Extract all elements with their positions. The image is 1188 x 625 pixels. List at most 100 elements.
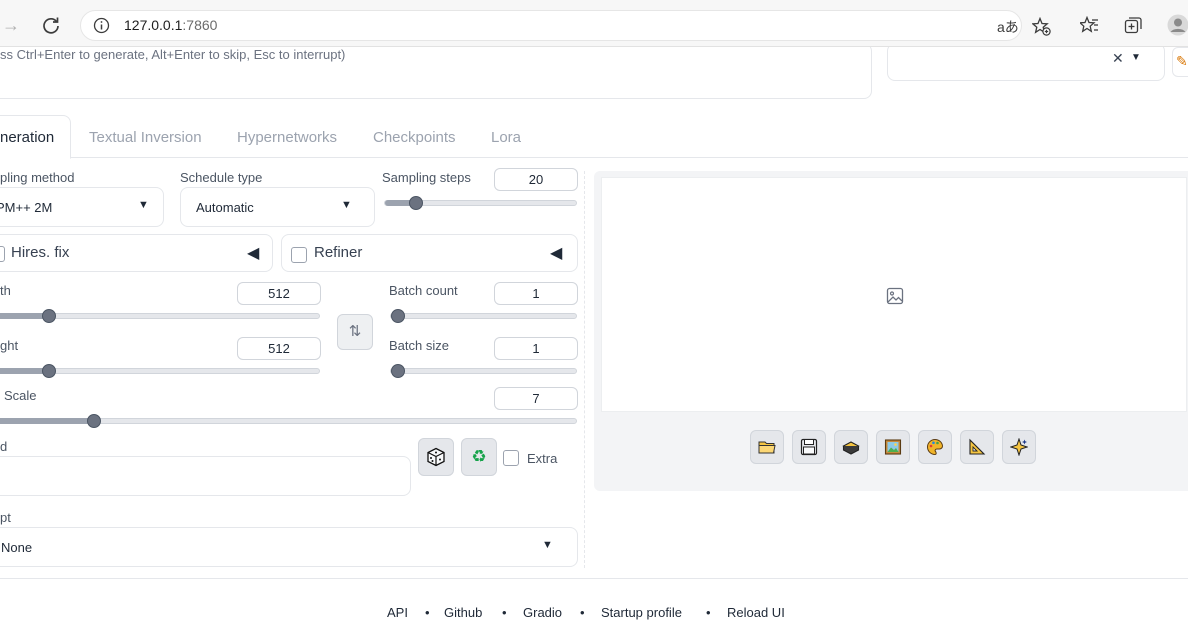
image-placeholder-icon: [886, 287, 904, 305]
tab-checkpoints[interactable]: Checkpoints: [373, 129, 456, 146]
random-seed-button[interactable]: [418, 438, 454, 476]
cfg-scale-slider[interactable]: [0, 414, 577, 428]
refiner-label: Refiner: [314, 244, 363, 261]
generate-extras-button[interactable]: [1002, 430, 1036, 464]
styles-dropdown[interactable]: ✕ ▼: [887, 47, 1165, 81]
batch-size-slider[interactable]: [390, 364, 577, 378]
sampling-steps-input[interactable]: 20: [494, 168, 578, 191]
sampling-method-value: PM++ 2M: [0, 200, 53, 215]
send-to-img2img-button[interactable]: [876, 430, 910, 464]
palette-icon: [927, 438, 944, 456]
collapse-arrow-icon[interactable]: ◀: [550, 243, 562, 263]
chevron-down-icon: ▼: [542, 539, 553, 551]
address-bar[interactable]: 127.0.0.1:7860 aあ: [80, 10, 1051, 41]
seed-input[interactable]: [0, 456, 411, 496]
footer-link-github[interactable]: Github: [444, 605, 482, 620]
prompt-placeholder: ss Ctrl+Enter to generate, Alt+Enter to …: [0, 47, 346, 62]
batch-size-label: Batch size: [389, 338, 449, 353]
batch-count-input[interactable]: 1: [494, 282, 578, 305]
seed-label: d: [0, 439, 8, 454]
slider-thumb[interactable]: [409, 196, 423, 210]
refiner-accordion[interactable]: Refiner ◀: [281, 234, 578, 272]
batch-size-input[interactable]: 1: [494, 337, 578, 360]
collapse-arrow-icon[interactable]: ◀: [247, 243, 259, 263]
footer-separator: •: [502, 605, 507, 620]
open-folder-button[interactable]: [750, 430, 784, 464]
script-value: None: [1, 540, 33, 555]
hires-fix-checkbox[interactable]: [0, 246, 5, 262]
batch-count-slider[interactable]: [390, 309, 577, 323]
slider-thumb[interactable]: [42, 364, 56, 378]
save-button[interactable]: [792, 430, 826, 464]
info-icon[interactable]: [93, 17, 110, 37]
hires-fix-accordion[interactable]: Hires. fix ◀: [0, 234, 273, 272]
schedule-type-value: Automatic: [196, 200, 254, 215]
cfg-scale-label: Scale: [4, 388, 37, 403]
tab-textual-inversion[interactable]: Textual Inversion: [89, 129, 202, 146]
tab-lora[interactable]: Lora: [491, 129, 521, 146]
footer-separator: •: [580, 605, 585, 620]
slider-thumb[interactable]: [87, 414, 101, 428]
script-select[interactable]: None ▼: [0, 527, 578, 567]
sampling-steps-slider[interactable]: [384, 196, 577, 210]
width-slider[interactable]: [0, 309, 320, 323]
reuse-seed-button[interactable]: ♻: [461, 438, 497, 476]
footer-separator: •: [425, 605, 430, 620]
refiner-checkbox[interactable]: [291, 247, 307, 263]
swap-dimensions-button[interactable]: ⇅: [337, 314, 373, 350]
script-label: pt: [0, 510, 11, 525]
footer-divider: [0, 578, 1188, 579]
footer-link-reload-ui[interactable]: Reload UI: [727, 605, 785, 620]
tab-bar: neration Textual Inversion Hypernetworks…: [0, 115, 1188, 159]
footer-link-gradio[interactable]: Gradio: [523, 605, 562, 620]
height-slider[interactable]: [0, 364, 320, 378]
recycle-icon: ♻: [471, 447, 487, 466]
batch-count-label: Batch count: [389, 283, 458, 298]
slider-thumb[interactable]: [42, 309, 56, 323]
footer-separator: •: [706, 605, 711, 620]
width-input[interactable]: 512: [237, 282, 321, 305]
slider-fill: [0, 418, 94, 424]
schedule-type-label: Schedule type: [180, 170, 263, 185]
slider-thumb[interactable]: [391, 364, 405, 378]
sparkle-icon: [1009, 437, 1029, 457]
clear-icon[interactable]: ✕: [1112, 50, 1124, 67]
column-divider: [584, 171, 585, 568]
extra-seed-label: Extra: [527, 451, 558, 466]
height-input[interactable]: 512: [237, 337, 321, 360]
schedule-type-select[interactable]: Automatic ▼: [180, 187, 375, 227]
output-image-area: [601, 177, 1187, 412]
footer-link-startup-profile[interactable]: Startup profile: [601, 605, 682, 620]
apply-style-button[interactable]: ✎: [1172, 47, 1188, 77]
sampling-method-label: pling method: [0, 170, 75, 185]
profile-avatar-icon[interactable]: [1167, 14, 1188, 39]
width-label: th: [0, 283, 11, 298]
zip-icon: [842, 441, 860, 455]
add-favorite-icon[interactable]: [1031, 16, 1051, 39]
hires-fix-label: Hires. fix: [11, 244, 70, 261]
brush-icon: ✎: [1176, 53, 1188, 69]
negative-prompt-textarea[interactable]: ss Ctrl+Enter to generate, Alt+Enter to …: [0, 47, 872, 99]
save-icon: [800, 438, 818, 456]
tab-generation-label[interactable]: neration: [0, 129, 54, 146]
cfg-scale-input[interactable]: 7: [494, 387, 578, 410]
height-label: ght: [0, 338, 19, 353]
collections-icon[interactable]: [1124, 16, 1143, 38]
url-text[interactable]: 127.0.0.1:7860: [124, 17, 217, 33]
sampling-method-select[interactable]: PM++ 2M ▼: [0, 187, 164, 227]
zip-button[interactable]: [834, 430, 868, 464]
slider-thumb[interactable]: [391, 309, 405, 323]
swap-arrows-icon: ⇅: [348, 323, 362, 340]
send-to-inpaint-button[interactable]: [918, 430, 952, 464]
tab-hypernetworks[interactable]: Hypernetworks: [237, 129, 337, 146]
dice-icon: [427, 447, 445, 467]
extra-seed-checkbox[interactable]: [503, 450, 519, 466]
reload-icon[interactable]: [41, 15, 61, 38]
forward-icon[interactable]: →: [2, 16, 20, 34]
webui-page: ss Ctrl+Enter to generate, Alt+Enter to …: [0, 47, 1188, 625]
chevron-down-icon[interactable]: ▼: [1131, 52, 1141, 63]
footer-link-api[interactable]: API: [387, 605, 408, 620]
favorites-icon[interactable]: [1078, 15, 1099, 38]
send-to-extras-button[interactable]: [960, 430, 994, 464]
read-aloud-icon[interactable]: aあ: [997, 18, 1019, 36]
